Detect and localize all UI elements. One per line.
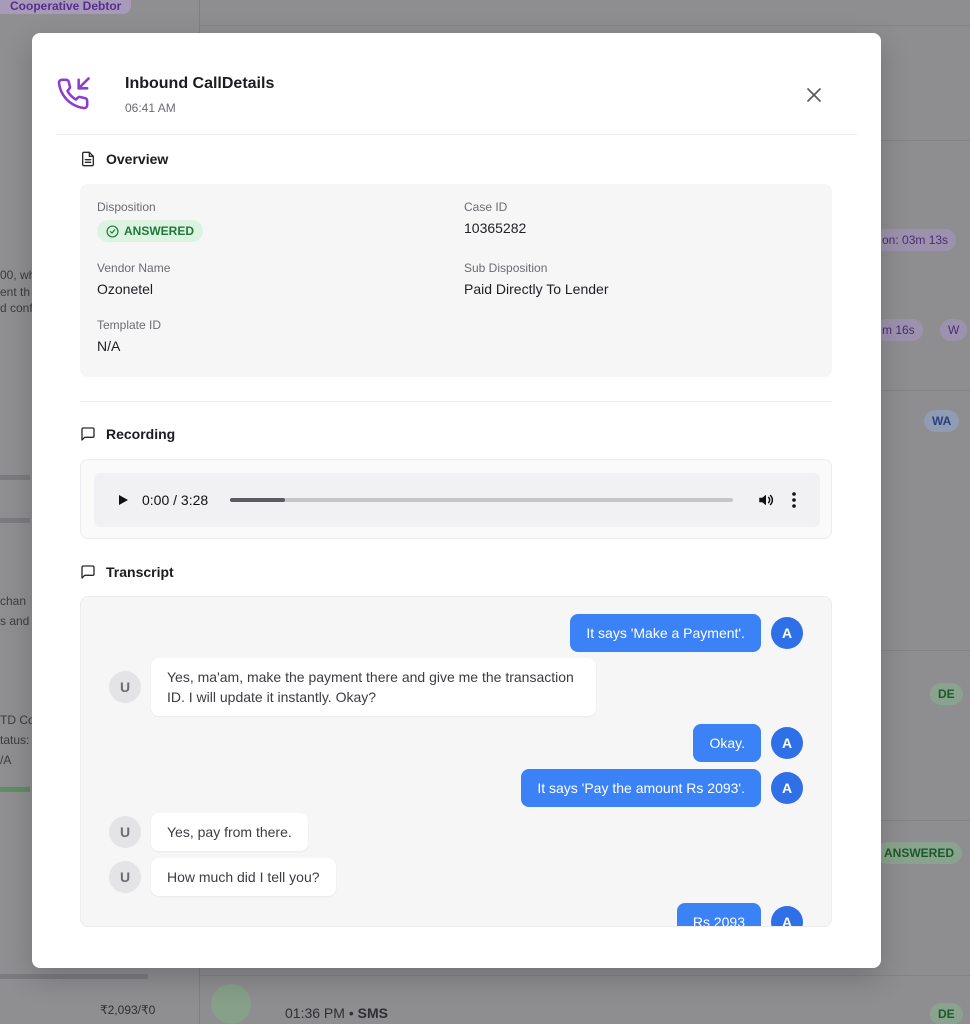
user-avatar: U — [109, 816, 141, 848]
bg-footer-time: 01:36 PM • SMS — [285, 1005, 388, 1021]
bg-fragment: chan — [0, 594, 27, 608]
user-bubble: How much did I tell you? — [151, 858, 336, 896]
agent-bubble: It says 'Make a Payment'. — [570, 614, 761, 652]
bg-dot: • — [348, 1005, 358, 1021]
disposition-badge: ANSWERED — [97, 220, 204, 242]
vendor-value: Ozonetel — [97, 281, 154, 297]
user-message: U Yes, ma'am, make the payment there and… — [109, 658, 596, 716]
bg-status-pill: DE — [930, 1003, 963, 1024]
agent-message: It says 'Pay the amount Rs 2093'. A — [521, 769, 803, 807]
incoming-call-icon — [56, 77, 90, 111]
vendor-field: Vendor Name Ozonetel — [97, 261, 170, 297]
agent-message: Okay. A — [693, 724, 803, 762]
agent-avatar: A — [771, 772, 803, 804]
play-icon[interactable] — [116, 493, 130, 507]
bg-duration-pill: on: 03m 13s — [874, 229, 957, 251]
bg-fragment: ent th — [0, 285, 31, 299]
template-label: Template ID — [97, 318, 162, 332]
audio-progress-track[interactable] — [230, 498, 733, 502]
close-icon — [807, 87, 821, 107]
user-bubble: Yes, pay from there. — [151, 813, 308, 851]
bg-row-divider — [200, 975, 970, 976]
agent-bubble: Okay. — [693, 724, 761, 762]
sub-disposition-label: Sub Disposition — [464, 261, 548, 275]
user-message: U How much did I tell you? — [109, 858, 336, 896]
case-id-label: Case ID — [464, 200, 508, 214]
disposition-value: ANSWERED — [124, 224, 195, 238]
case-id-field: Case ID 10365282 — [464, 200, 526, 236]
bg-row-divider — [200, 25, 970, 26]
document-icon — [80, 151, 96, 167]
recording-card: 0:00 / 3:28 — [80, 459, 832, 539]
user-message: U Yes, pay from there. — [109, 813, 308, 851]
bg-divider — [0, 518, 30, 523]
user-bubble: Yes, ma'am, make the payment there and g… — [151, 658, 596, 716]
agent-avatar: A — [771, 906, 803, 926]
transcript-heading-text: Transcript — [106, 564, 174, 580]
overview-heading-text: Overview — [106, 151, 169, 167]
bg-fragment: TD Co — [0, 713, 35, 727]
overview-heading: Overview — [80, 151, 168, 167]
disposition-field: Disposition ANSWERED — [97, 200, 204, 243]
transcript-heading: Transcript — [80, 564, 174, 580]
bg-fragment: /A — [0, 753, 12, 767]
cooperative-debtor-tag: Cooperative Debtor — [0, 0, 132, 14]
user-avatar: U — [109, 861, 141, 893]
volume-icon[interactable] — [757, 491, 775, 509]
audio-player: 0:00 / 3:28 — [94, 473, 820, 527]
bg-status-pill: WA — [924, 410, 960, 432]
bg-fragment: d conf — [0, 301, 33, 315]
bg-fragment: 00, wh — [0, 268, 36, 282]
overview-card: Disposition ANSWERED Case ID 10365282 Ve… — [80, 184, 832, 377]
bg-divider — [0, 974, 148, 979]
agent-avatar: A — [771, 617, 803, 649]
bg-amount: ₹2,093/₹0 — [100, 1003, 156, 1017]
sub-disposition-field: Sub Disposition Paid Directly To Lender — [464, 261, 608, 297]
agent-avatar: A — [771, 727, 803, 759]
bg-channel: SMS — [357, 1005, 388, 1021]
sub-disposition-value: Paid Directly To Lender — [464, 281, 609, 297]
message-square-icon — [80, 426, 96, 442]
case-id-value: 10365282 — [464, 220, 527, 236]
bg-divider — [0, 475, 30, 480]
agent-bubble: Rs 2093 — [676, 903, 761, 926]
close-button[interactable] — [803, 86, 825, 108]
template-value: N/A — [97, 338, 121, 354]
call-time: 06:41 AM — [125, 101, 176, 115]
section-divider — [80, 401, 832, 402]
bg-progress — [0, 787, 30, 792]
audio-time: 0:00 / 3:28 — [142, 492, 209, 508]
disposition-label: Disposition — [97, 200, 156, 214]
call-details-modal: Inbound CallDetails 06:41 AM Overview Di… — [32, 33, 881, 968]
agent-message: Rs 2093 A — [676, 903, 803, 926]
recording-heading: Recording — [80, 426, 175, 442]
audio-progress-fill — [230, 498, 286, 502]
bg-fragment: s and — [0, 614, 30, 628]
modal-title: Inbound CallDetails — [125, 75, 275, 92]
vendor-label: Vendor Name — [97, 261, 171, 275]
bg-fragment: tatus: — [0, 733, 30, 747]
bg-sms-icon — [211, 984, 251, 1024]
agent-message: It says 'Make a Payment'. A — [570, 614, 803, 652]
bg-time-text: 01:36 PM — [285, 1005, 345, 1021]
bg-duration-pill: m 16s — [874, 319, 923, 341]
bg-pill: W — [940, 319, 968, 341]
user-avatar: U — [109, 671, 141, 703]
agent-bubble: It says 'Pay the amount Rs 2093'. — [521, 769, 761, 807]
template-field: Template ID N/A — [97, 318, 161, 354]
check-circle-icon — [106, 224, 119, 238]
transcript-card[interactable]: It says 'Make a Payment'. A U Yes, ma'am… — [80, 596, 832, 927]
message-square-icon — [80, 564, 96, 580]
more-options-icon[interactable] — [791, 491, 797, 509]
bg-status-pill: DE — [930, 683, 963, 705]
recording-heading-text: Recording — [106, 426, 176, 442]
bg-status-pill: ANSWERED — [876, 842, 963, 864]
